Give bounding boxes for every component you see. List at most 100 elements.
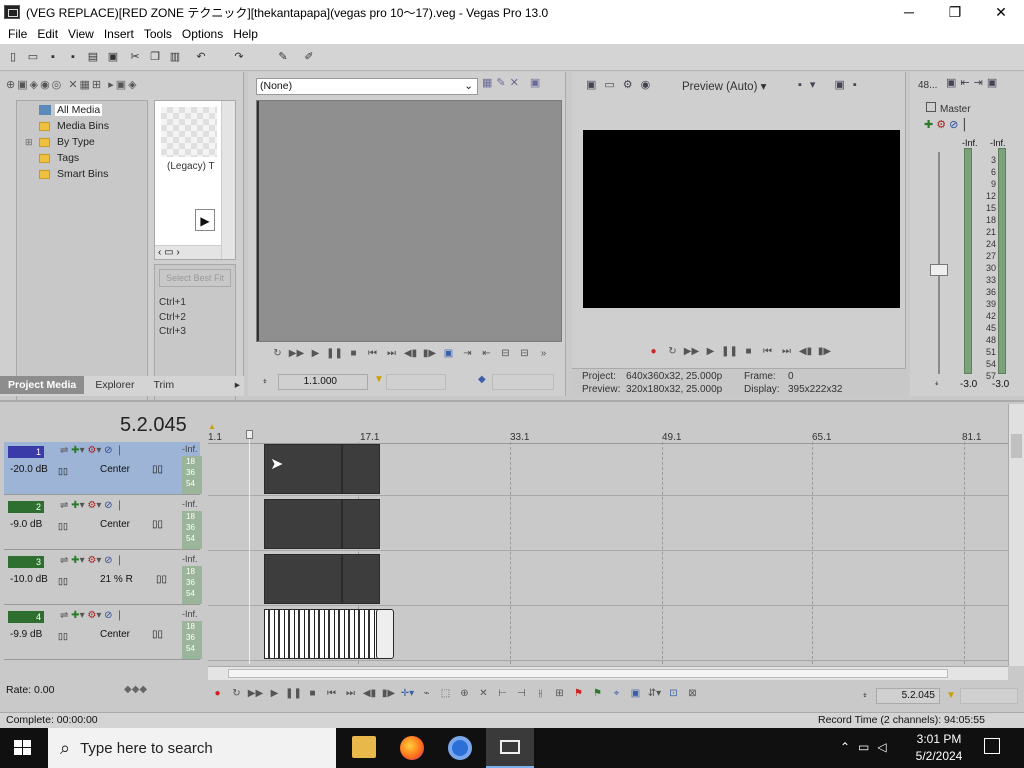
save-icon[interactable]: ▪ [46,50,60,64]
track-header-2[interactable]: 2 ⇌ ✚▾ ⚙▾ ⊘ ❘ -9.0 dB ▯▯ Center ▯▯ -Inf.… [4,497,202,550]
pause-icon[interactable]: ❚❚ [325,348,344,359]
pan-slider[interactable]: ▯▯ [156,574,167,585]
go-start-icon[interactable]: ⏮ [758,346,777,357]
video-clip[interactable] [264,554,342,604]
save-as-icon[interactable]: ▪ [66,50,80,64]
menu-help[interactable]: Help [228,27,263,41]
taskbar-search[interactable]: ⌕ Type here to search [48,728,336,768]
menu-tools[interactable]: Tools [139,27,177,41]
video-preview-screen[interactable] [583,130,900,308]
preview-quality-dropdown[interactable]: Preview (Auto) ▾ [682,79,766,93]
normal-edit-tool-icon[interactable]: ✛▾ [398,688,417,699]
track-fx-icons[interactable]: ⇌ ✚▾ ⚙▾ ⊘ ❘ [60,555,124,566]
open-icon[interactable]: ▭ [26,50,40,64]
envelope-tool-icon[interactable]: ✐ [302,50,316,64]
selection-length-field[interactable] [960,688,1018,704]
track-volume[interactable]: -20.0 dB [10,464,48,475]
pan-slider[interactable]: ▯▯ [152,464,163,475]
next-frame-icon[interactable]: ▮▶ [815,346,834,357]
stop-icon[interactable]: ■ [739,346,758,357]
media-hscroll[interactable]: ‹ ▭ › [155,245,221,259]
tree-item-smart-bins[interactable]: Smart Bins [17,166,147,182]
video-clip[interactable] [342,499,380,549]
auto-ripple-icon[interactable]: ▣ [626,688,645,699]
trimmer-display[interactable] [256,100,562,342]
copy-icon[interactable]: ❐ [148,50,162,64]
file-explorer-icon[interactable] [352,736,376,758]
trim-end-icon[interactable]: ⊣ [512,688,531,699]
next-frame-icon[interactable]: ▮▶ [379,688,398,699]
trimmer-timecode[interactable]: 1.1.000 [278,374,368,390]
track-lane-1[interactable] [208,442,1008,496]
auto-crossfade-icon[interactable]: ⇵▾ [645,688,664,699]
timeline-hscroll[interactable] [208,666,1008,680]
next-frame-icon[interactable]: ▮▶ [420,348,439,359]
expand-icon[interactable]: ⊞ [25,137,39,148]
trimmer-length-field[interactable] [492,374,554,390]
prev-frame-icon[interactable]: ◀▮ [401,348,420,359]
timeline-timecode[interactable]: 5.2.045 [120,414,187,437]
track-volume[interactable]: -9.0 dB [10,519,42,530]
play-icon[interactable]: ▶ [701,346,720,357]
video-clip[interactable] [264,609,380,659]
tree-item-by-type[interactable]: ⊞ By Type [17,134,147,150]
region-icon[interactable]: ⚑ [588,688,607,699]
select-best-fit-button[interactable]: Select Best Fit [159,269,231,287]
loop-icon[interactable]: ↻ [663,346,682,357]
ignore-grouping-icon[interactable]: ⊠ [683,688,702,699]
master-tool-icons[interactable]: ▣⇤⇥▣ [946,76,1001,89]
go-end-icon[interactable]: ⏭ [382,348,401,359]
zoom-edit-icon[interactable]: ⊕ [455,688,474,699]
notifications-icon[interactable] [984,738,1000,754]
menu-insert[interactable]: Insert [99,27,139,41]
pause-icon[interactable]: ❚❚ [720,346,739,357]
tab-project-media[interactable]: Project Media [0,376,85,394]
tree-item-tags[interactable]: Tags [17,150,147,166]
clock-time[interactable]: 3:01 PM [904,732,974,746]
track-pan[interactable]: Center [100,519,130,530]
track-pan[interactable]: 21 % R [100,574,133,585]
track-volume[interactable]: -9.9 dB [10,629,42,640]
media-play-icon[interactable]: ▶ [195,209,215,231]
firefox-icon[interactable] [400,736,424,760]
play-from-start-icon[interactable]: ▶▶ [287,348,306,359]
pan-slider[interactable]: ▯▯ [152,519,163,530]
go-start-icon[interactable]: ⏮ [322,688,341,699]
tab-more-arrow-icon[interactable]: ▸ [231,376,244,394]
volume-slider[interactable]: ▯▯ [58,466,68,477]
maximize-button[interactable]: ❐ [932,0,978,24]
tab-explorer[interactable]: Explorer [87,376,142,394]
stop-icon[interactable]: ■ [303,688,322,699]
track-lane-2[interactable] [208,497,1008,551]
lock-icon[interactable]: ⊡ [664,688,683,699]
render-icon[interactable]: ▣ [106,50,120,64]
more-icon[interactable]: » [534,348,553,359]
snapping-icon[interactable]: ⌖ [607,688,626,699]
properties-icon[interactable]: ▤ [86,50,100,64]
go-start-icon[interactable]: ⏮ [363,348,382,359]
menu-options[interactable]: Options [177,27,228,41]
trim-out-icon[interactable]: ⇤ [477,348,496,359]
redo-icon[interactable]: ↷ [232,50,246,64]
track-fx-icons[interactable]: ⇌ ✚▾ ⚙▾ ⊘ ❘ [60,610,124,621]
hscroll-thumb[interactable] [228,669,948,678]
track-lane-4[interactable] [208,607,1008,661]
play-from-start-icon[interactable]: ▶▶ [246,688,265,699]
undo-icon[interactable]: ↶ [194,50,208,64]
media-thumbnail[interactable] [161,107,217,157]
loop-icon[interactable]: ↻ [227,688,246,699]
go-end-icon[interactable]: ⏭ [341,688,360,699]
record-icon[interactable]: ● [208,688,227,699]
track-volume[interactable]: -10.0 dB [10,574,48,585]
track-pan[interactable]: Center [100,629,130,640]
prev-frame-icon[interactable]: ◀▮ [360,688,379,699]
go-end-icon[interactable]: ⏭ [777,346,796,357]
new-icon[interactable]: ▯ [6,50,20,64]
marker-icon[interactable]: ⚑ [569,688,588,699]
tree-item-all-media[interactable]: All Media [17,102,147,118]
media-vscroll[interactable] [221,101,235,259]
video-clip[interactable] [342,554,380,604]
track-lane-3[interactable] [208,552,1008,606]
tab-trim[interactable]: Trim [146,376,183,394]
video-clip[interactable] [342,444,380,494]
